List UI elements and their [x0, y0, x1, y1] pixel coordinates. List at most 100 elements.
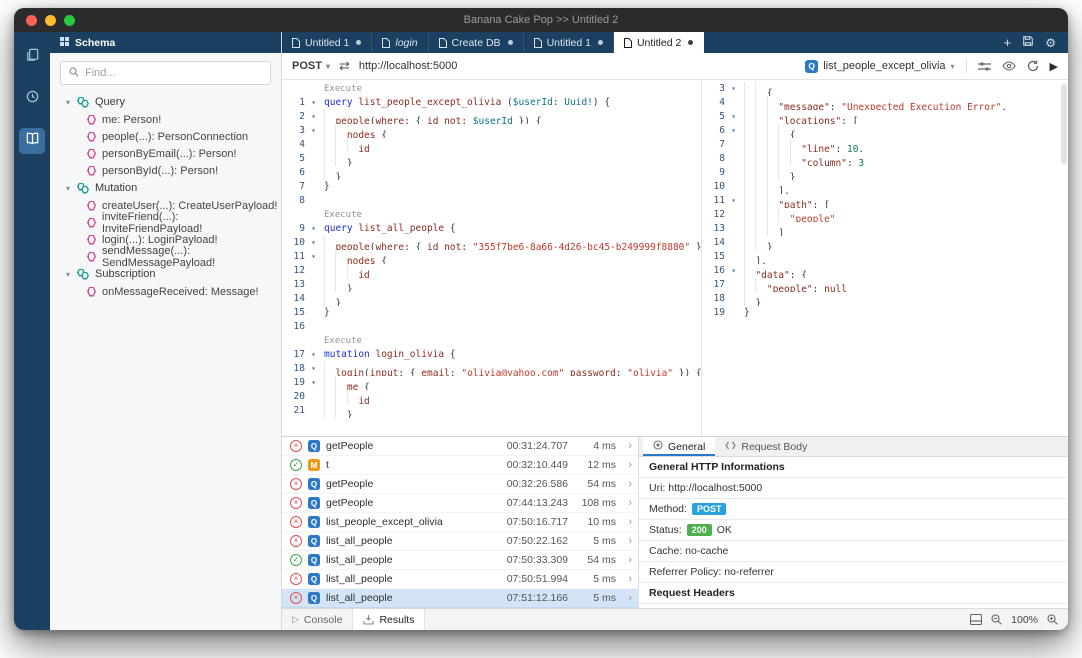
fold-icon[interactable]: ▾	[728, 110, 739, 124]
toggle-panel-icon[interactable]	[970, 614, 982, 625]
fold-icon[interactable]: ▾	[308, 96, 319, 110]
history-rail-button[interactable]	[19, 86, 45, 112]
tree-field-people[interactable]: people(...): PersonConnection	[50, 128, 281, 145]
details-tab-request-body[interactable]: Request Body	[715, 437, 817, 456]
schema-rail-button[interactable]	[19, 128, 45, 154]
minimize-button[interactable]	[45, 15, 56, 26]
history-row-getpeople[interactable]: ×QgetPeople00:31:24.7074 ms›	[282, 437, 638, 456]
indent-guide	[335, 264, 346, 278]
indent-guide	[324, 124, 335, 138]
code-line: 7"line": 10,	[702, 138, 1068, 152]
history-row-getpeople[interactable]: ×QgetPeople07:44:13.243108 ms›	[282, 494, 638, 513]
tree-field-onmessagereceived[interactable]: onMessageReceived: Message!	[50, 283, 281, 300]
fold-icon[interactable]: ▾	[308, 348, 319, 362]
tree-group-query[interactable]: ▾Query	[50, 93, 281, 111]
code-text: Execute	[319, 208, 362, 222]
history-row-t[interactable]: ✓Mt00:32:10.44912 ms›	[282, 456, 638, 475]
code-line: 5}	[282, 152, 701, 166]
run-button[interactable]: ▶	[1050, 60, 1058, 73]
close-button[interactable]	[26, 15, 37, 26]
tree-group-mutation[interactable]: ▾Mutation	[50, 179, 281, 197]
code-text: id	[319, 264, 370, 278]
fold-icon[interactable]: ▾	[308, 236, 319, 250]
history-row-list-people-except-olivia[interactable]: ×Qlist_people_except_olivia07:50:16.7171…	[282, 513, 638, 532]
code-text: "column": 3	[739, 152, 864, 166]
panel-tab-results[interactable]: Results	[352, 609, 425, 630]
code-text: people(where: { id_not: "355f7be6-8a66-4…	[319, 236, 701, 250]
indent-guide	[755, 208, 766, 222]
tree-field-personbyemail[interactable]: personByEmail(...): Person!	[50, 145, 281, 162]
indent-guide	[324, 236, 335, 250]
method-select[interactable]: POST ▾	[292, 60, 330, 72]
history-row-list-all-people[interactable]: ×Qlist_all_people07:50:22.1625 ms›	[282, 532, 638, 551]
tab-untitled-2[interactable]: Untitled 2	[614, 32, 704, 53]
sliders-icon[interactable]	[978, 61, 991, 72]
tab-label: login	[395, 37, 417, 49]
code-text: "message": "Unexpected Execution Error",	[739, 96, 1007, 110]
history-timestamp: 07:50:51.994	[496, 573, 568, 585]
line-number: 12	[702, 208, 728, 222]
tree-field-me[interactable]: me: Person!	[50, 111, 281, 128]
execute-lens[interactable]: Execute	[324, 84, 362, 94]
history-row-list-all-people[interactable]: ✓Qlist_all_people07:50:33.30954 ms›	[282, 551, 638, 570]
fold-icon[interactable]: ▾	[728, 82, 739, 96]
line-number	[282, 208, 308, 222]
gutter-spacer	[308, 138, 319, 152]
gear-icon[interactable]: ⚙	[1045, 37, 1056, 49]
query-editor[interactable]: Execute1▾query list_people_except_olivia…	[282, 80, 702, 436]
line-number: 14	[702, 236, 728, 250]
execute-lens[interactable]: Execute	[324, 336, 362, 346]
fold-icon[interactable]: ▾	[728, 264, 739, 278]
divider	[966, 59, 967, 73]
new-tab-button[interactable]: +	[1004, 36, 1012, 49]
zoom-in-icon[interactable]	[1047, 614, 1058, 625]
zoom-out-icon[interactable]	[991, 614, 1002, 625]
operation-select[interactable]: Q list_people_except_olivia ▾	[805, 60, 954, 73]
find-input[interactable]	[85, 67, 262, 79]
tab-untitled-1[interactable]: Untitled 1	[282, 32, 372, 53]
eye-icon[interactable]	[1002, 61, 1016, 71]
fold-icon[interactable]: ▾	[308, 222, 319, 236]
tree-field-invitefriend[interactable]: inviteFriend(...): InviteFriendPayload!	[50, 214, 281, 231]
panel-tab-console[interactable]: ▷Console	[282, 609, 352, 630]
fold-icon[interactable]: ▾	[728, 194, 739, 208]
fold-icon[interactable]: ▾	[308, 250, 319, 264]
maximize-button[interactable]	[64, 15, 75, 26]
fold-icon[interactable]: ▾	[308, 362, 319, 376]
swap-arrows-icon[interactable]: ⇄	[339, 58, 350, 74]
response-viewer[interactable]: 3▾{4"message": "Unexpected Execution Err…	[702, 80, 1068, 436]
fold-icon[interactable]: ▾	[728, 124, 739, 138]
tree-group-label: Subscription	[95, 268, 156, 280]
fold-icon[interactable]: ▾	[308, 110, 319, 124]
indent-guide	[324, 404, 335, 418]
code-line: 15],	[702, 250, 1068, 264]
execute-lens[interactable]: Execute	[324, 210, 362, 220]
tab-untitled-1[interactable]: Untitled 1	[524, 32, 614, 53]
detail-label: Method:	[649, 503, 687, 515]
document-icon	[534, 38, 542, 48]
tree-field-label: inviteFriend(...): InviteFriendPayload!	[102, 211, 281, 235]
history-row-list-all-people[interactable]: ×Qlist_all_people07:51:12.1665 ms›	[282, 589, 638, 608]
code-line: 6}	[282, 166, 701, 180]
type-group-icon	[77, 97, 90, 108]
fold-icon[interactable]: ▾	[308, 376, 319, 390]
tree-field-sendmessage[interactable]: sendMessage(...): SendMessagePayload!	[50, 248, 281, 265]
type-group-icon	[77, 269, 90, 280]
find-box[interactable]	[60, 61, 271, 85]
code-text: id	[319, 138, 370, 152]
indent-guide	[347, 390, 358, 404]
tab-create-db[interactable]: Create DB	[429, 32, 524, 53]
save-icon[interactable]	[1022, 34, 1034, 52]
details-tab-general[interactable]: General	[643, 437, 715, 456]
history-row-list-all-people[interactable]: ×Qlist_all_people07:50:51.9945 ms›	[282, 570, 638, 589]
tab-login[interactable]: login	[372, 32, 428, 53]
scrollbar[interactable]	[1061, 84, 1067, 164]
fold-icon[interactable]: ▾	[308, 124, 319, 138]
refresh-icon[interactable]	[1027, 60, 1039, 72]
url-field[interactable]: http://localhost:5000	[359, 60, 457, 72]
detail-text: Request Headers	[649, 587, 735, 599]
code-text	[319, 194, 324, 208]
history-row-getpeople[interactable]: ×QgetPeople00:32:26.58654 ms›	[282, 475, 638, 494]
documents-rail-button[interactable]	[19, 44, 45, 70]
tree-field-personbyid[interactable]: personById(...): Person!	[50, 162, 281, 179]
